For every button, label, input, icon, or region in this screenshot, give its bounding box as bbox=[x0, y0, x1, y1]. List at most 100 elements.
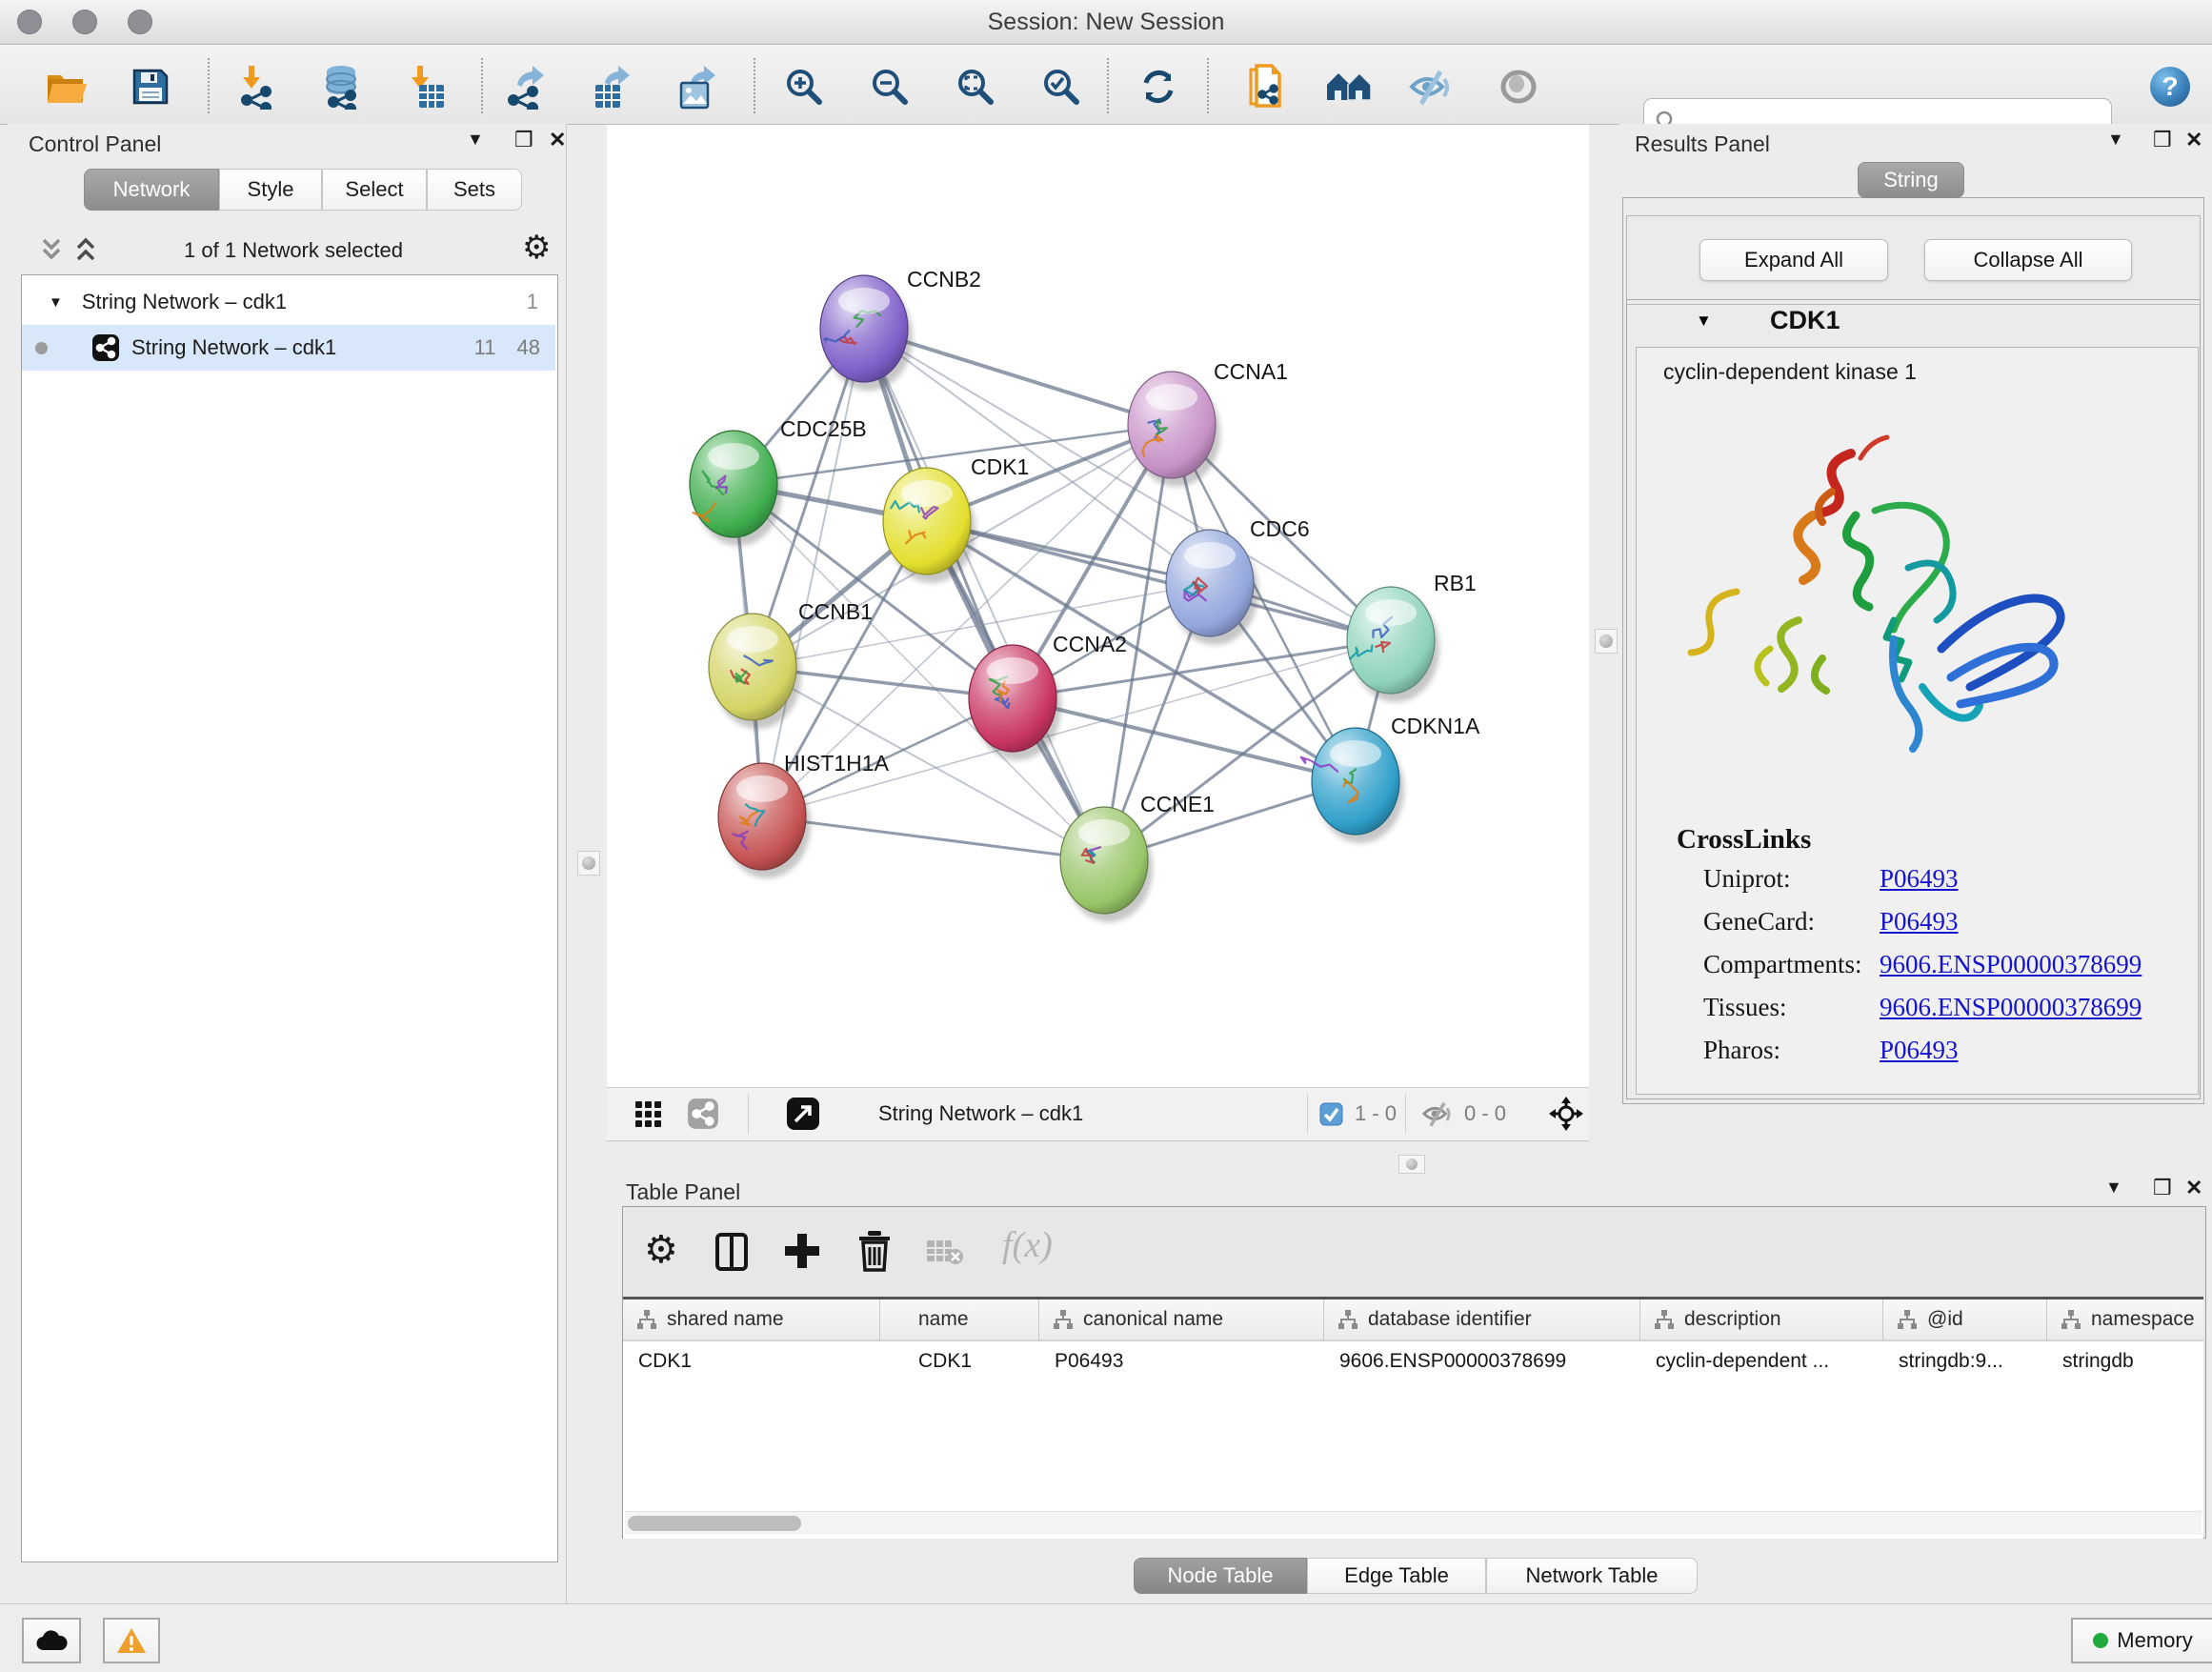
network-canvas[interactable]: CCNB2CCNA1CDC25BCDK1CDC6RB1CCNB1CCNA2CDK… bbox=[607, 125, 1589, 1087]
crosslink-link[interactable]: P06493 bbox=[1880, 907, 1959, 937]
tab-node-table[interactable]: Node Table bbox=[1134, 1558, 1307, 1594]
crosslink-link[interactable]: P06493 bbox=[1880, 1036, 1959, 1065]
column-header[interactable]: database identifier bbox=[1324, 1299, 1640, 1341]
selected-checkbox-icon[interactable] bbox=[1319, 1102, 1343, 1126]
network-node-CCNB2[interactable]: CCNB2 bbox=[820, 267, 981, 391]
zoom-out-button[interactable] bbox=[865, 62, 915, 111]
network-options-gear-icon[interactable]: ⚙ bbox=[522, 229, 551, 267]
horizontal-split-grip[interactable] bbox=[1398, 1155, 1425, 1174]
collapse-all-button[interactable]: Collapse All bbox=[1924, 239, 2132, 281]
network-edge-CCNB2-CCNE1[interactable] bbox=[864, 329, 1104, 860]
table-cell[interactable]: stringdb bbox=[2047, 1341, 2203, 1381]
warning-button[interactable] bbox=[103, 1618, 160, 1663]
export-table-button[interactable] bbox=[585, 62, 634, 111]
add-column-icon[interactable] bbox=[783, 1232, 821, 1270]
table-cell[interactable]: CDK1 bbox=[880, 1341, 1039, 1381]
open-in-new-icon[interactable] bbox=[786, 1097, 820, 1131]
network-row-selected[interactable]: String Network – cdk1 11 48 bbox=[22, 325, 555, 371]
table-cell[interactable]: CDK1 bbox=[623, 1341, 880, 1381]
column-header[interactable]: canonical name bbox=[1039, 1299, 1324, 1341]
left-split-grip[interactable] bbox=[577, 851, 600, 876]
column-header[interactable]: shared name bbox=[623, 1299, 880, 1341]
network-view[interactable]: CCNB2CCNA1CDC25BCDK1CDC6RB1CCNB1CCNA2CDK… bbox=[607, 125, 1589, 1087]
grid-view-icon[interactable] bbox=[635, 1101, 662, 1128]
maximize-panel-icon[interactable]: ❒ bbox=[2153, 128, 2172, 152]
network-edge-HIST1H1A-CCNE1[interactable] bbox=[762, 816, 1104, 860]
maximize-panel-icon[interactable]: ❒ bbox=[514, 128, 533, 152]
home-view-button[interactable] bbox=[1324, 62, 1374, 111]
toolbar-separator bbox=[1405, 1094, 1406, 1134]
help-button[interactable]: ? bbox=[2145, 62, 2195, 111]
zoom-selected-button[interactable] bbox=[1036, 62, 1086, 111]
close-panel-icon[interactable]: ✕ bbox=[2185, 1176, 2202, 1200]
import-network-file-button[interactable] bbox=[232, 62, 282, 111]
network-edge-RB1-HIST1H1A[interactable] bbox=[762, 640, 1391, 816]
collapse-panel-icon[interactable]: ▼ bbox=[2107, 130, 2124, 150]
maximize-panel-icon[interactable]: ❒ bbox=[2153, 1176, 2172, 1200]
tab-network[interactable]: Network bbox=[84, 169, 219, 211]
open-session-button[interactable] bbox=[42, 62, 91, 111]
import-table-button[interactable] bbox=[402, 62, 452, 111]
gene-collapse-icon[interactable]: ▼ bbox=[1696, 312, 1712, 331]
network-node-HIST1H1A[interactable]: HIST1H1A bbox=[718, 751, 890, 878]
column-header[interactable]: name bbox=[880, 1299, 1039, 1341]
cloud-button[interactable] bbox=[22, 1618, 81, 1663]
crosslink-link[interactable]: P06493 bbox=[1880, 864, 1959, 894]
function-fx-icon[interactable]: f(x) bbox=[1002, 1224, 1053, 1266]
network-node-CCNA1[interactable]: CCNA1 bbox=[1128, 359, 1288, 487]
crosslink-link[interactable]: 9606.ENSP00000378699 bbox=[1880, 993, 2142, 1022]
hide-selected-button[interactable] bbox=[1406, 62, 1456, 111]
crosslink-link[interactable]: 9606.ENSP00000378699 bbox=[1880, 950, 2142, 979]
network-node-CCNE1[interactable]: CCNE1 bbox=[1060, 792, 1215, 922]
tab-sets[interactable]: Sets bbox=[427, 169, 522, 211]
expand-all-icon[interactable] bbox=[70, 234, 103, 265]
export-network-button[interactable] bbox=[499, 62, 549, 111]
tab-string[interactable]: String bbox=[1858, 162, 1964, 198]
network-node-RB1[interactable]: RB1 bbox=[1347, 571, 1477, 702]
network-collection-row[interactable]: ▼ String Network – cdk1 1 bbox=[22, 279, 555, 325]
expand-all-button[interactable]: Expand All bbox=[1699, 239, 1888, 281]
horizontal-scrollbar[interactable] bbox=[625, 1511, 2202, 1535]
delete-table-icon[interactable] bbox=[926, 1238, 964, 1266]
collapse-panel-icon[interactable]: ▼ bbox=[2105, 1178, 2122, 1198]
column-header[interactable]: @id bbox=[1883, 1299, 2047, 1341]
close-panel-icon[interactable]: ✕ bbox=[2185, 128, 2202, 152]
table-cell[interactable]: cyclin-dependent ... bbox=[1640, 1341, 1883, 1381]
column-header[interactable]: description bbox=[1640, 1299, 1883, 1341]
show-all-button[interactable] bbox=[1494, 62, 1543, 111]
tab-style[interactable]: Style bbox=[219, 169, 322, 211]
delete-row-trash-icon[interactable] bbox=[857, 1230, 892, 1272]
document-share-icon bbox=[1245, 64, 1287, 110]
annotation-document-button[interactable] bbox=[1241, 62, 1291, 111]
hidden-eye-icon[interactable] bbox=[1421, 1099, 1454, 1128]
scrollbar-thumb[interactable] bbox=[628, 1516, 801, 1531]
right-split-grip[interactable] bbox=[1595, 629, 1618, 654]
import-network-database-button[interactable] bbox=[316, 62, 366, 111]
collapse-all-icon[interactable] bbox=[36, 234, 69, 265]
split-columns-icon[interactable] bbox=[714, 1232, 749, 1272]
zoom-fit-button[interactable] bbox=[951, 62, 1000, 111]
network-node-CCNA2[interactable]: CCNA2 bbox=[969, 632, 1127, 760]
share-view-icon[interactable] bbox=[687, 1098, 719, 1130]
network-node-CDC25B[interactable]: CDC25B bbox=[690, 416, 867, 546]
close-panel-icon[interactable]: ✕ bbox=[549, 128, 566, 152]
zoom-in-button[interactable] bbox=[779, 62, 829, 111]
fit-crosshair-icon[interactable] bbox=[1548, 1096, 1584, 1132]
network-node-CDK1[interactable]: CDK1 bbox=[883, 454, 1029, 583]
tab-network-table[interactable]: Network Table bbox=[1486, 1558, 1698, 1594]
network-node-CDKN1A[interactable]: CDKN1A bbox=[1301, 714, 1480, 843]
refresh-button[interactable] bbox=[1134, 62, 1183, 111]
collapse-panel-icon[interactable]: ▼ bbox=[467, 130, 484, 150]
table-settings-gear-icon[interactable]: ⚙ bbox=[644, 1228, 678, 1272]
tab-select[interactable]: Select bbox=[322, 169, 427, 211]
column-header[interactable]: namespace bbox=[2047, 1299, 2203, 1341]
tree-expand-icon[interactable]: ▼ bbox=[49, 294, 63, 311]
network-node-CDC6[interactable]: CDC6 bbox=[1166, 516, 1310, 645]
table-cell[interactable]: P06493 bbox=[1039, 1341, 1324, 1381]
table-cell[interactable]: stringdb:9... bbox=[1883, 1341, 2047, 1381]
tab-edge-table[interactable]: Edge Table bbox=[1307, 1558, 1486, 1594]
table-cell[interactable]: 9606.ENSP00000378699 bbox=[1324, 1341, 1640, 1381]
save-session-button[interactable] bbox=[126, 62, 175, 111]
memory-button[interactable]: Memory bbox=[2071, 1618, 2212, 1663]
export-image-button[interactable] bbox=[671, 62, 720, 111]
